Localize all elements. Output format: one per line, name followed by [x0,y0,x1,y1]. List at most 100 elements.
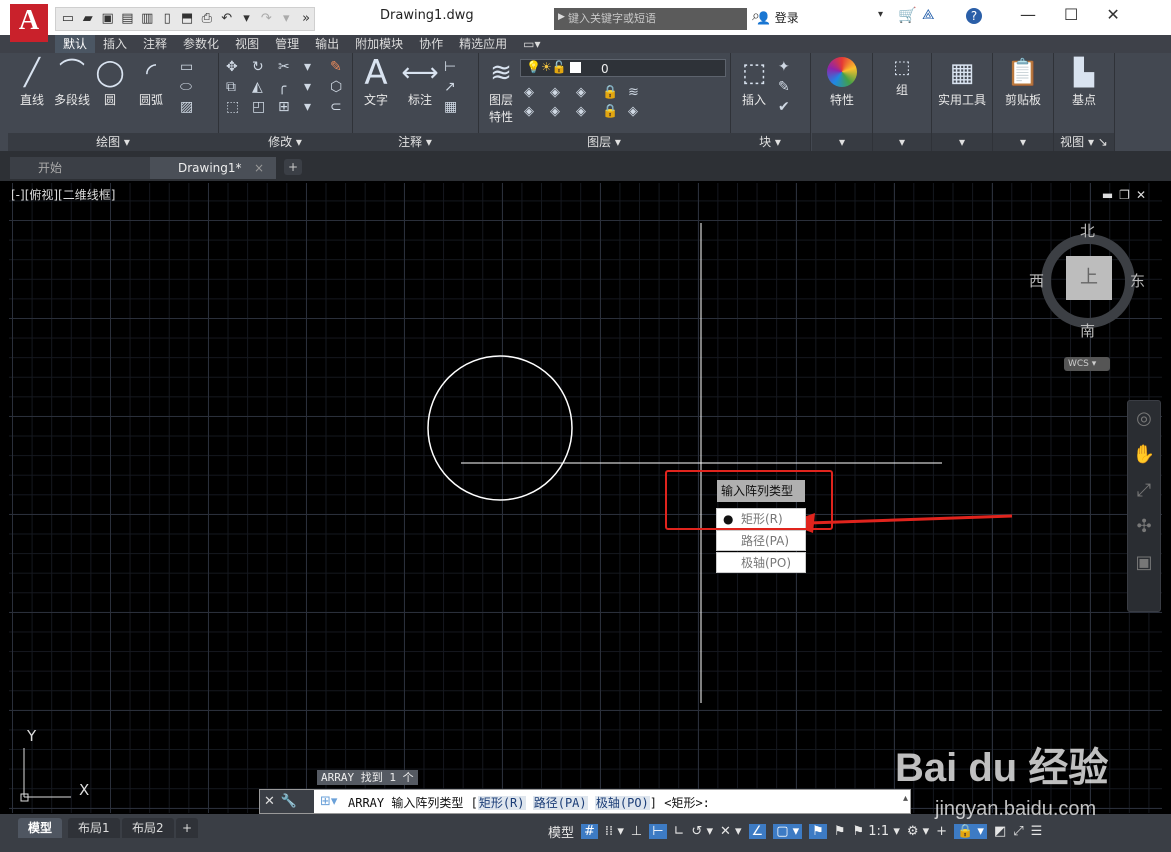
copy-icon[interactable]: ⧉ [226,79,244,95]
modify-dropdown2-icon[interactable]: ▾ [304,79,322,95]
workspace-gear-icon[interactable]: ⚙ ▾ [907,824,929,839]
layer-tool-7-icon[interactable]: ◈ [550,104,568,119]
stretch-icon[interactable]: ⬚ [226,99,244,115]
print-icon[interactable]: ⎙ [199,11,215,27]
command-prompt[interactable]: ARRAY 输入阵列类型 [矩形(R) 路径(PA) 极轴(PO)] <矩形>: [348,794,710,811]
command-history-toggle-icon[interactable]: ▴ [903,793,908,804]
tab-close-icon[interactable]: × [254,157,264,179]
redo-dropdown-icon[interactable]: ▾ [278,11,294,27]
undo-dropdown-icon[interactable]: ▾ [239,11,255,27]
menu-item-polar[interactable]: 极轴(PO) [716,552,806,573]
rotate-icon[interactable]: ↻ [252,59,270,75]
add-layout-button[interactable]: + [176,818,199,838]
zoom-icon[interactable]: ⤢ [1128,473,1160,509]
wcs-menu[interactable]: WCS ▾ [1064,357,1110,371]
base-point-button[interactable]: ▙ 基点 [1056,57,1112,108]
minimize-icon[interactable]: — [1020,5,1036,24]
properties-button[interactable]: 特性 [820,57,864,108]
isodraft-icon[interactable]: ✕ ▾ [720,824,742,839]
object-snap-tracking-icon[interactable]: ∠ [748,823,767,839]
block-panel-title[interactable]: 块 ▾ [730,133,810,151]
utilities-button[interactable]: ▦ 实用工具 [934,57,990,108]
ribbon-tab-addins[interactable]: 附加模块 [347,35,411,53]
customize-status-icon[interactable]: ☰ [1031,824,1043,839]
ribbon-tab-annotate[interactable]: 注释 [135,35,175,53]
connect-icon[interactable]: ⟁ [922,7,935,23]
signin-button[interactable]: 👤 登录 [756,9,799,26]
drawing-canvas[interactable]: [-][俯视][二维线框] ▬❐✕ Y X [9,183,1162,813]
ribbon-tab-insert[interactable]: 插入 [95,35,135,53]
compass-west[interactable]: 西 [1029,270,1044,291]
tab-drawing1[interactable]: Drawing1* × [150,157,276,179]
search-expand-icon[interactable]: ▶ [558,12,565,22]
ribbon-tab-view[interactable]: 视图 [227,35,267,53]
layout-tab-layout1[interactable]: 布局1 [68,818,120,838]
lock-ui-icon[interactable]: 🔒 ▾ [954,823,987,839]
maximize-icon[interactable]: ☐ [1064,5,1078,24]
compass-south[interactable]: 南 [1080,320,1095,341]
dimension-button[interactable]: ⟷ 标注 [400,57,440,108]
compass-north[interactable]: 北 [1080,220,1095,241]
modify-panel-title[interactable]: 修改 ▾ [218,133,352,151]
share-icon[interactable]: ⬒ [179,11,195,27]
edit-attributes-icon[interactable]: ✔ [778,99,790,115]
layer-tool-5-icon[interactable]: ≋ [628,85,646,100]
viewcube-top-face[interactable]: 上 [1066,256,1112,300]
orbit-icon[interactable]: ✣ [1128,509,1160,545]
dynamic-input-icon[interactable]: ⊢ [649,823,667,839]
open-folder-icon[interactable]: ▰ [80,11,96,27]
mirror-icon[interactable]: ◭ [252,79,270,95]
close-icon[interactable]: ✕ [1106,5,1119,24]
modify-dropdown3-icon[interactable]: ▾ [304,99,322,115]
layer-tool-3-icon[interactable]: ◈ [576,85,594,100]
view-panel-title[interactable]: 视图 ▾ ↘ [1054,133,1114,151]
save-as-icon[interactable]: ▤ [120,11,136,27]
modify-dropdown-icon[interactable]: ▾ [304,59,322,75]
web-icon[interactable]: ▥ [139,11,155,27]
insert-block-button[interactable]: ⬚ 插入 [734,57,774,108]
leader-icon[interactable]: ↗ [444,79,457,95]
mobile-icon[interactable]: ▯ [159,11,175,27]
scale-icon[interactable]: ◰ [252,99,270,115]
annotation-monitor-icon[interactable]: + [936,824,947,839]
properties-dropdown[interactable]: ▾ [812,133,872,151]
layer-tool-9-icon[interactable]: 🔒 [602,104,620,119]
more-icon[interactable]: » [298,11,314,27]
annotation-visibility-icon[interactable]: ⚑ [809,823,827,839]
help-icon[interactable]: ? [966,8,982,24]
model-space-button[interactable]: 模型 [548,822,574,841]
groups-dropdown[interactable]: ▾ [873,133,931,151]
utilities-dropdown[interactable]: ▾ [932,133,992,151]
command-customize-icon[interactable]: 🔧 [281,794,297,809]
save-icon[interactable]: ▣ [100,11,116,27]
layout-tab-model[interactable]: 模型 [18,818,63,838]
new-tab-button[interactable]: + [284,159,302,175]
layers-panel-title[interactable]: 图层 ▾ [478,133,730,151]
table-icon[interactable]: ▦ [444,99,457,115]
layer-tool-8-icon[interactable]: ◈ [576,104,594,119]
clipboard-button[interactable]: 📋 剪贴板 [995,57,1051,108]
ribbon-tab-default[interactable]: 默认 [55,35,96,53]
layer-tool-2-icon[interactable]: ◈ [550,85,568,100]
command-line[interactable]: ✕ 🔧 ⊞▾ ARRAY 输入阵列类型 [矩形(R) 路径(PA) 极轴(PO)… [259,789,911,814]
new-file-icon[interactable]: ▭ [60,11,76,27]
snap-icon[interactable]: ⁞⁞ ▾ [605,824,624,839]
array-icon[interactable]: ⊞ [278,99,296,115]
grid-icon[interactable]: # [581,823,598,839]
polyline-button[interactable]: ⌒ 多段线 [52,57,92,108]
layer-tool-6-icon[interactable]: ◈ [524,104,542,119]
ribbon-minimize-icon[interactable]: ▭▾ [515,35,548,53]
arc-button[interactable]: ◜ 圆弧 [134,57,168,108]
layer-tool-1-icon[interactable]: ◈ [524,85,542,100]
infer-icon[interactable]: ⊥ [631,824,642,839]
create-block-icon[interactable]: ✦ [778,59,790,75]
fillet-icon[interactable]: ╭ [278,79,296,95]
layout-tab-layout2[interactable]: 布局2 [122,818,174,838]
ellipse-icon[interactable]: ⬭ [180,79,193,95]
line-button[interactable]: ╱ 直线 [14,57,50,108]
cart-icon[interactable]: 🛒 [898,6,917,24]
object-snap-icon[interactable]: ▢ ▾ [773,823,803,839]
command-option-polar[interactable]: 极轴(PO) [594,796,650,810]
isolate-objects-icon[interactable]: ◩ [994,824,1006,839]
edit-block-icon[interactable]: ✎ [778,79,790,95]
